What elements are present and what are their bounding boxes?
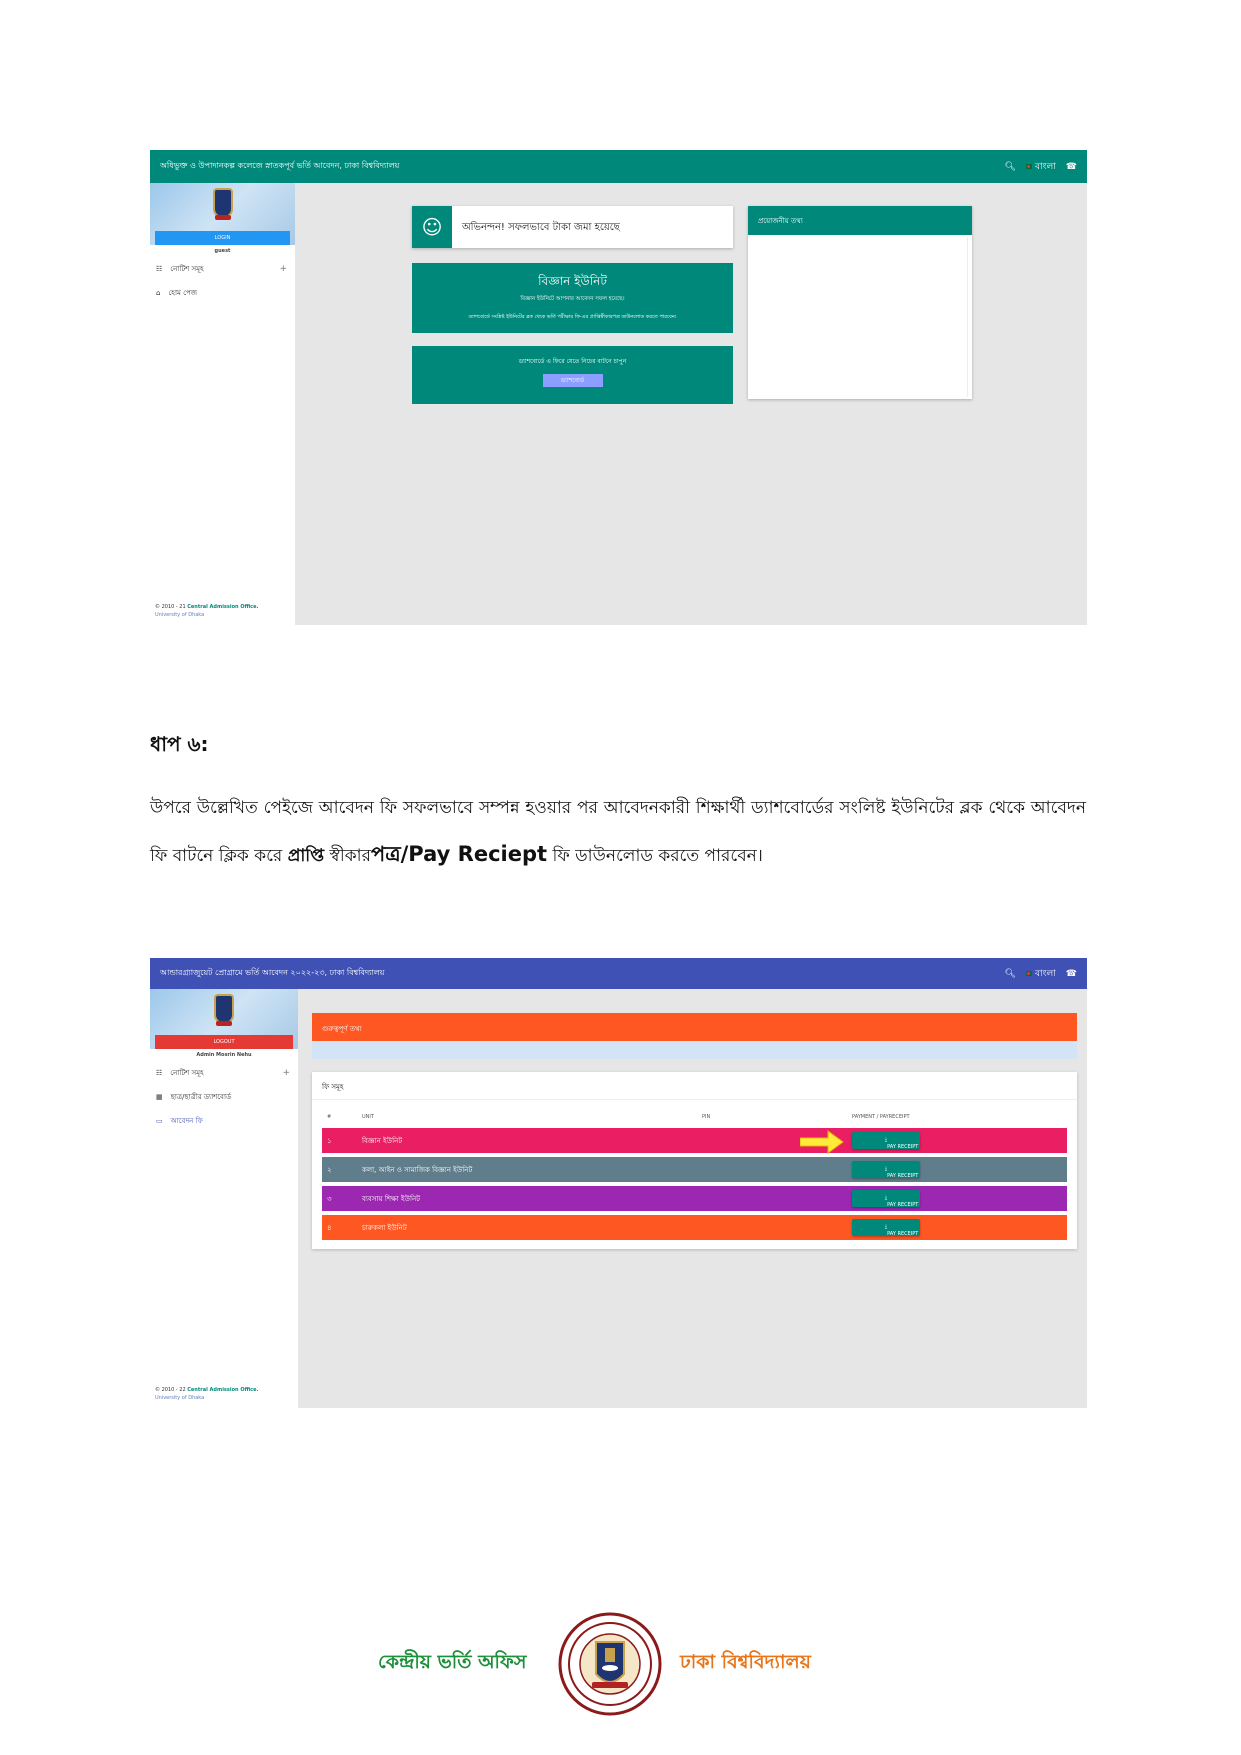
phone-icon[interactable]: ☎ (1066, 969, 1077, 979)
bangladesh-flag-icon (1025, 164, 1032, 169)
sidebar-item-notices[interactable]: ☷ নোটিশ সমূহ + (150, 1061, 298, 1085)
sidebar-item-notices[interactable]: ☷ নোটিশ সমূহ + (150, 257, 295, 281)
sidebar-item-home[interactable]: ⌂ হোম পেজ (150, 281, 295, 305)
expand-icon: + (279, 264, 287, 274)
sidebar: LOGIN guest ☷ নোটিশ সমূহ + ⌂ হোম পেজ © 2010… (150, 183, 295, 625)
unit-card: বিজ্ঞান ইউনিট বিজ্ঞান ইউনিটে আপনার আবেদন… (412, 263, 733, 333)
pay-receipt-button[interactable]: ⤓ PAY RECEIPT (852, 1132, 920, 1150)
home-icon: ⌂ (156, 289, 161, 297)
table-row: ২ কলা, আইন ও সামাজিক বিজ্ঞান ইউনিট ⤓ PAY… (322, 1157, 1067, 1182)
success-message: অভিনন্দন! সফলভাবে টাকা জমা হয়েছে (462, 222, 620, 233)
screenshot-dashboard: আন্ডারগ্র্যাজুয়েট প্রোগ্রামে ভর্তি আবেদ… (150, 958, 1087, 1408)
footer-university: University of Dhaka (155, 1395, 205, 1401)
fees-card: ফি সমূহ # UNIT PIN PAYMENT / PAYRECEIPT … (312, 1072, 1077, 1249)
phone-icon[interactable]: ☎ (1066, 162, 1077, 172)
table-row: ১ বিজ্ঞান ইউনিট ⤓ PAY RECEIPT (322, 1128, 1067, 1153)
language-switch[interactable]: বাংলা (1025, 159, 1056, 174)
col-payment: PAYMENT / PAYRECEIPT (852, 1114, 910, 1120)
login-button[interactable]: LOGIN (155, 231, 290, 245)
card-icon: ▭ (156, 1117, 163, 1125)
search-icon[interactable]: 🔍︎ (1005, 162, 1016, 172)
important-info-card: গুরুত্বপূর্ণ তথ্য (312, 1013, 1077, 1059)
footer-left-text: কেন্দ্রীয় ভর্তি অফিস (378, 1651, 527, 1673)
table-row: ৪ চারুকলা ইউনিট ⤓ PAY RECEIPT (322, 1215, 1067, 1240)
footer-brand: Central Admission Office. (187, 1387, 259, 1393)
col-unit: UNIT (362, 1114, 374, 1120)
dashboard-icon: ▦ (156, 1093, 163, 1101)
search-icon[interactable]: 🔍︎ (1005, 969, 1016, 979)
language-switch[interactable]: বাংলা (1025, 966, 1056, 981)
expand-icon: + (282, 1068, 290, 1078)
smile-icon: ☺︎ (412, 206, 452, 248)
col-pin: PIN (702, 1114, 711, 1120)
notice-icon: ☷ (156, 1069, 163, 1077)
university-seal-icon (558, 1612, 662, 1716)
top-app-bar: আন্ডারগ্র্যাজুয়েট প্রোগ্রামে ভর্তি আবেদ… (150, 958, 1087, 989)
university-crest-icon (214, 994, 234, 1026)
sidebar-footer: © 2010 - 22 Central Admission Office. Un… (155, 1387, 259, 1401)
back-card: ড্যাশবোর্ডে এ ফিরে যেতে নিচের বাটনে চাপু… (412, 346, 733, 404)
success-card: ☺︎ অভিনন্দন! সফলভাবে টাকা জমা হয়েছে (412, 206, 733, 248)
pay-receipt-button[interactable]: ⤓ PAY RECEIPT (852, 1190, 920, 1208)
bangladesh-flag-icon (1025, 971, 1032, 976)
important-info-title: গুরুত্বপূর্ণ তথ্য (312, 1013, 1077, 1041)
sidebar-banner: LOGOUT (150, 989, 298, 1049)
university-crest-icon (212, 188, 233, 220)
notice-icon: ☷ (156, 265, 163, 273)
info-panel: প্রয়োজনীয় তথ্য (748, 206, 972, 399)
fees-title: ফি সমূহ (312, 1072, 1077, 1100)
username: guest (214, 248, 231, 254)
pointer-arrow-icon (800, 1130, 844, 1154)
step-paragraph: উপরে উল্লেখিত পেইজে আবেদন ফি সফলভাবে সম্… (150, 798, 1086, 866)
sidebar-footer: © 2010 - 21 Central Admission Office. Un… (155, 604, 259, 618)
top-app-bar: অধিভুক্ত ও উপাদানকল্প কলেজে স্নাতকপূর্ব … (150, 150, 1087, 183)
screenshot-payment-success: অধিভুক্ত ও উপাদানকল্প কলেজে স্নাতকপূর্ব … (150, 150, 1087, 625)
unit-subtitle: বিজ্ঞান ইউনিটে আপনার আবেদন সফল হয়েছে। (520, 296, 625, 302)
unit-note: ড্যাশবোর্ডে সংশ্লিষ্ট ইউনিটের ব্লক থেকে … (468, 314, 677, 320)
dashboard-button[interactable]: ড্যাশবোর্ড (542, 374, 603, 387)
logout-button[interactable]: LOGOUT (155, 1035, 293, 1049)
back-text: ড্যাশবোর্ডে এ ফিরে যেতে নিচের বাটনে চাপু… (518, 358, 627, 365)
app-title: অধিভুক্ত ও উপাদানকল্প কলেজে স্নাতকপূর্ব … (160, 161, 400, 170)
info-scrollbar[interactable] (967, 237, 971, 397)
info-panel-title: প্রয়োজনীয় তথ্য (748, 206, 972, 235)
step-heading: ধাপ ৬: (150, 732, 209, 756)
footer-brand: Central Admission Office. (187, 604, 259, 610)
footer-university: University of Dhaka (155, 612, 205, 618)
footer-right-text: ঢাকা বিশ্ববিদ্যালয় (680, 1651, 811, 1673)
table-row: ৩ ব্যবসায় শিক্ষা ইউনিট ⤓ PAY RECEIPT (322, 1186, 1067, 1211)
pay-receipt-button[interactable]: ⤓ PAY RECEIPT (852, 1161, 920, 1179)
username: Admin Mosrin Nehu (196, 1052, 252, 1058)
app-title: আন্ডারগ্র্যাজুয়েট প্রোগ্রামে ভর্তি আবেদ… (160, 968, 385, 977)
sidebar-banner: LOGIN (150, 183, 295, 245)
sidebar-item-dashboard[interactable]: ▦ ছাত্র/ছাত্রীর ড্যাশবোর্ড (150, 1085, 298, 1109)
unit-title: বিজ্ঞান ইউনিট (538, 274, 607, 288)
sidebar-item-application-fee[interactable]: ▭ আবেদন ফি (150, 1109, 298, 1133)
col-num: # (327, 1114, 332, 1120)
sidebar: LOGOUT Admin Mosrin Nehu ☷ নোটিশ সমূহ + ▦ ছ… (150, 989, 298, 1408)
pay-receipt-button[interactable]: ⤓ PAY RECEIPT (852, 1219, 920, 1237)
